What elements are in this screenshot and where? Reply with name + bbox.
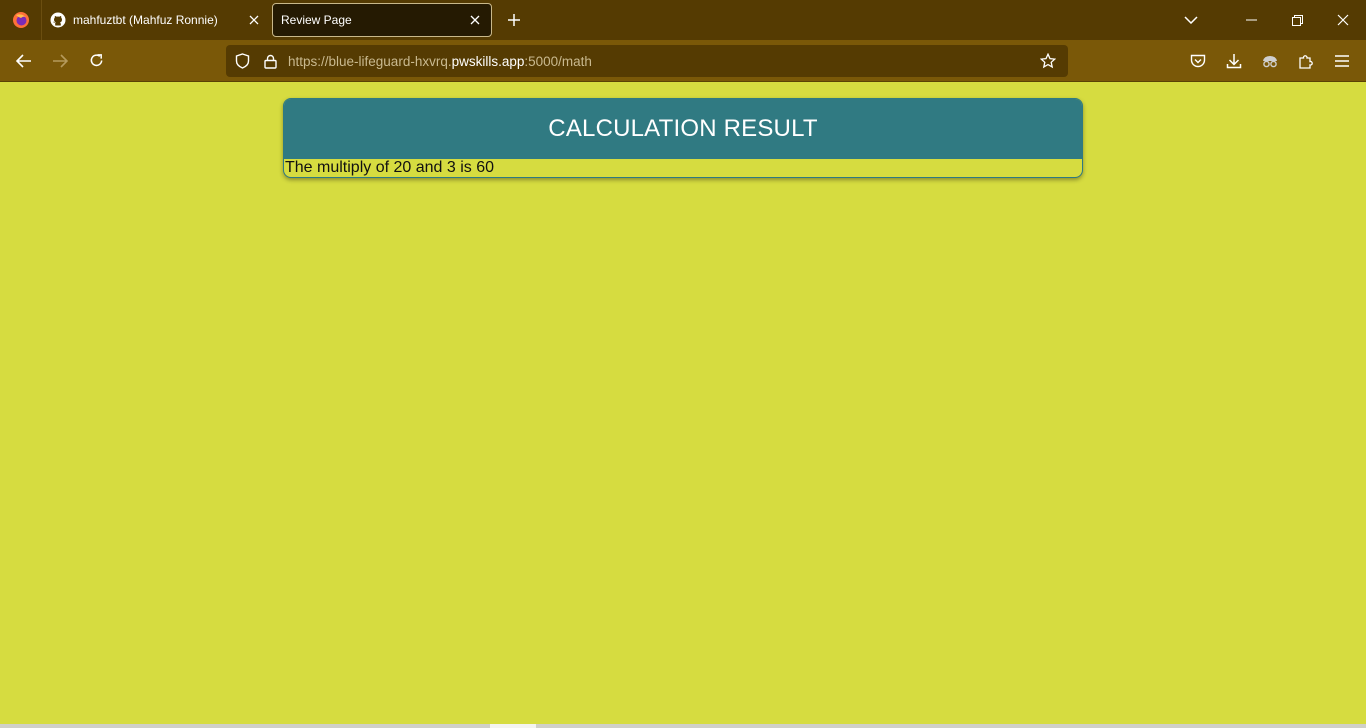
close-window-button[interactable]: [1320, 0, 1366, 40]
github-icon: [50, 12, 66, 28]
arrow-left-icon: [16, 53, 31, 68]
chevron-down-icon: [1184, 16, 1198, 24]
close-icon: [1337, 14, 1349, 26]
list-all-tabs-button[interactable]: [1168, 0, 1214, 40]
incognito-icon: [1263, 56, 1277, 68]
forward-button[interactable]: [42, 43, 78, 79]
firefox-menu-button[interactable]: [0, 0, 42, 40]
tab-review-page[interactable]: Review Page: [272, 3, 492, 37]
horizontal-scrollbar[interactable]: [0, 724, 1366, 728]
bookmark-star-icon[interactable]: [1034, 45, 1062, 77]
card-title: CALCULATION RESULT: [284, 99, 1082, 159]
url-prefix: https://blue-lifeguard-hxvrq.: [288, 53, 452, 69]
tracking-protection-shield-icon[interactable]: [228, 45, 256, 77]
downloads-button[interactable]: [1216, 43, 1252, 79]
calculation-result-card: CALCULATION RESULT The multiply of 20 an…: [283, 98, 1083, 178]
tab-github[interactable]: mahfuztbt (Mahfuz Ronnie): [42, 3, 270, 37]
pocket-button[interactable]: [1180, 43, 1216, 79]
puzzle-icon: [1299, 55, 1313, 69]
restore-icon: [1291, 14, 1303, 26]
download-icon: [1226, 54, 1242, 69]
url-text[interactable]: https://blue-lifeguard-hxvrq.pwskills.ap…: [288, 54, 592, 69]
minimize-icon: [1245, 19, 1257, 21]
tab-close-icon[interactable]: [246, 12, 262, 28]
scrollbar-thumb[interactable]: [490, 724, 536, 728]
back-button[interactable]: [6, 43, 42, 79]
url-suffix: :5000/math: [524, 53, 592, 69]
navigation-toolbar: https://blue-lifeguard-hxvrq.pwskills.ap…: [0, 40, 1366, 82]
reload-button[interactable]: [78, 43, 114, 79]
minimize-button[interactable]: [1228, 0, 1274, 40]
window-controls: [1168, 0, 1366, 40]
tab-title: mahfuztbt (Mahfuz Ronnie): [73, 13, 218, 27]
tab-title: Review Page: [281, 13, 352, 27]
url-host: pwskills.app: [451, 53, 525, 69]
tab-close-icon[interactable]: [467, 12, 483, 28]
reload-icon: [90, 54, 102, 67]
hamburger-menu-icon: [1335, 55, 1349, 67]
app-menu-button[interactable]: [1324, 43, 1360, 79]
arrow-right-icon: [53, 53, 68, 68]
extensions-button[interactable]: [1288, 43, 1324, 79]
toolbar-right: [1180, 43, 1360, 79]
tab-strip: mahfuztbt (Mahfuz Ronnie) Review Page: [0, 0, 1366, 40]
plus-icon: [508, 14, 520, 26]
new-tab-button[interactable]: [494, 3, 534, 37]
firefox-logo-icon: [12, 12, 29, 28]
result-text: The multiply of 20 and 3 is 60: [285, 159, 495, 176]
account-button[interactable]: [1252, 43, 1288, 79]
address-bar[interactable]: https://blue-lifeguard-hxvrq.pwskills.ap…: [226, 45, 1068, 77]
lock-icon[interactable]: [256, 45, 284, 77]
pocket-icon: [1190, 54, 1206, 67]
restore-button[interactable]: [1274, 0, 1320, 40]
